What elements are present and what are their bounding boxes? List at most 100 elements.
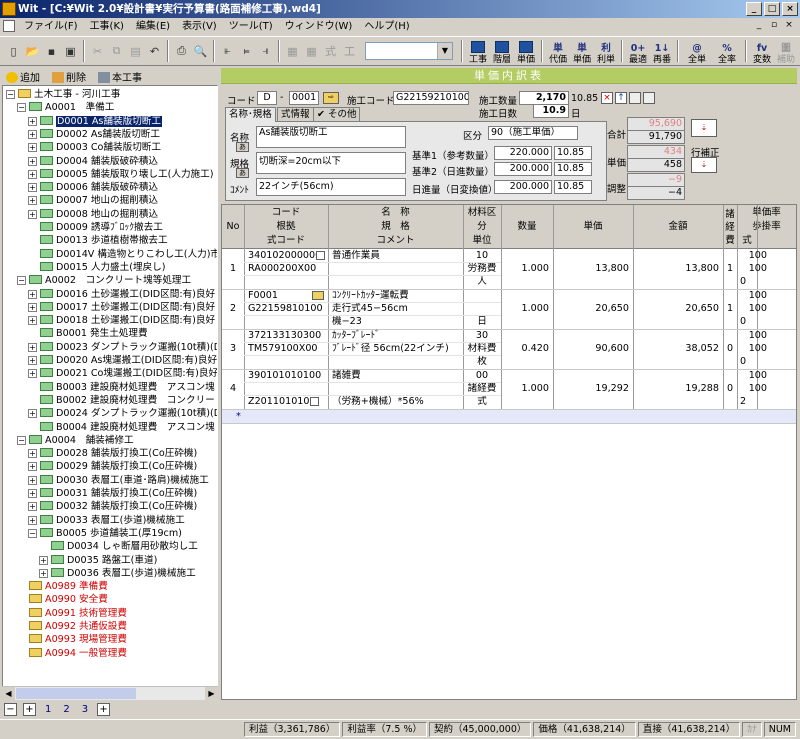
collapse-icon[interactable]: − <box>17 103 26 113</box>
tree-node[interactable]: D0014V 構造物とりこわし工(人力)市場単 <box>28 248 217 261</box>
row-unit[interactable]: 式 <box>463 395 501 408</box>
row-sho[interactable]: 1 <box>723 262 737 275</box>
row-bun[interactable]: 労務費 <box>463 262 501 275</box>
tree-node[interactable]: B0001 発生土処理費 <box>28 327 148 340</box>
tree-node[interactable]: + D0007 地山の掘削積込 <box>28 194 158 207</box>
tree-node[interactable]: D0009 誘導ﾌﾞﾛｯｸ撤去工 <box>28 221 163 234</box>
row-zairyo[interactable]: 10 <box>463 249 501 262</box>
menu-help[interactable]: ヘルプ(H) <box>358 18 415 35</box>
tree-node[interactable]: D0034 しゃ断層用砂散均し工 <box>39 540 198 553</box>
row-unit-price[interactable]: 19,292 <box>553 382 629 395</box>
menu-file[interactable]: ファイル(F) <box>18 18 84 35</box>
row-amount[interactable]: 19,288 <box>633 382 719 395</box>
row-amount[interactable]: 38,052 <box>633 342 719 355</box>
row-shiki[interactable]: 0 <box>740 275 756 288</box>
row-name[interactable]: ｶｯﾀｰﾌﾞﾚｰﾄﾞ <box>332 329 462 342</box>
main-project-button[interactable]: 本工事 <box>98 69 142 84</box>
expand-icon[interactable]: + <box>39 555 48 565</box>
note-icon[interactable] <box>643 92 655 104</box>
tree-node[interactable]: + D0006 舗装版破砕積込 <box>28 181 158 194</box>
scroll-thumb[interactable] <box>16 688 136 699</box>
nisshin-field[interactable]: 200.000 <box>494 180 552 194</box>
row-name[interactable]: 諸雑費 <box>332 369 462 382</box>
menu-project[interactable]: 工事(K) <box>84 18 130 35</box>
row-spec-extra[interactable]: 機−23 <box>332 315 462 328</box>
expand-icon[interactable]: + <box>28 515 37 525</box>
tree-node[interactable]: − A0004 舗装補修工 <box>17 434 134 447</box>
expand-icon[interactable]: + <box>28 475 37 485</box>
add-button[interactable]: 追加 <box>6 69 40 84</box>
code-lookup-icon[interactable]: ⇨ <box>323 92 339 104</box>
expand-icon[interactable]: + <box>28 316 37 326</box>
expand-icon[interactable]: + <box>28 196 37 206</box>
calc4-icon[interactable]: 工 <box>341 43 358 60</box>
row-shiki[interactable]: 2 <box>740 395 756 408</box>
tree-node[interactable]: + D0030 表層工(車道･路肩)機械施工 <box>28 474 209 487</box>
row-tanka-rate[interactable]: 100 <box>737 249 767 262</box>
row-amount[interactable]: 20,650 <box>633 302 719 315</box>
spec-edit-icon[interactable]: あ <box>236 168 249 178</box>
folder-link-icon[interactable] <box>312 291 324 300</box>
row-adjust-icon[interactable]: ⇣ <box>691 157 717 173</box>
view-select[interactable]: ▼ <box>365 42 453 60</box>
cut-icon[interactable]: ✂ <box>89 43 106 60</box>
row-konkyo[interactable]: RA000200X00 <box>248 262 328 275</box>
expand-icon[interactable]: + <box>28 129 37 139</box>
expand-icon[interactable]: + <box>39 568 48 578</box>
scroll-left-icon[interactable]: ◀ <box>2 687 15 700</box>
row-qty[interactable]: 0.420 <box>501 342 549 355</box>
row-no[interactable]: 1 <box>222 262 244 275</box>
row-sho[interactable]: 0 <box>723 342 737 355</box>
tree-node[interactable]: + D0017 土砂運搬工(DID区間:有)良好 <box>28 301 215 314</box>
tree-node[interactable]: + D0031 舗装版打換工(Co圧砕機) <box>28 487 197 500</box>
name-field[interactable]: As舗装版切断工 <box>256 126 406 148</box>
row-qty[interactable]: 1.000 <box>501 302 549 315</box>
project-tree[interactable]: − 土木工事 - 河川工事 − A0001 準備工 + D0001 As舗装版切断工 + D0… <box>2 85 218 700</box>
mdi-close-button[interactable]: × <box>782 20 796 32</box>
expand-icon[interactable]: + <box>28 409 37 419</box>
collapse-icon[interactable]: − <box>28 528 37 538</box>
row-buritsu[interactable]: 100 <box>737 262 767 275</box>
row-spec[interactable]: 走行式45−56cm <box>332 302 462 315</box>
up-arrow-icon[interactable]: ↑ <box>615 92 627 104</box>
row-buritsu[interactable]: 100 <box>737 342 767 355</box>
expand-icon[interactable]: + <box>28 169 37 179</box>
tree-node[interactable]: + D0028 舗装版打換工(Co圧砕機) <box>28 447 197 460</box>
row-unit-price[interactable]: 20,650 <box>553 302 629 315</box>
expand-icon[interactable]: + <box>28 289 37 299</box>
scroll-right-icon[interactable]: ▶ <box>205 687 218 700</box>
tree-node[interactable]: D0015 人力盛土(埋戻し) <box>28 261 166 274</box>
collapse-all-button[interactable]: − <box>4 702 17 716</box>
row-zairyo[interactable]: 30 <box>463 329 501 342</box>
row-sho[interactable]: 1 <box>723 302 737 315</box>
kijun1-field[interactable]: 220.000 <box>494 146 552 160</box>
record-icon[interactable] <box>316 251 325 260</box>
tree-node[interactable]: + D0001 As舗装版切断工 <box>28 115 162 128</box>
tree-node[interactable]: A0991 技術管理費 <box>17 607 127 620</box>
row-shiki[interactable]: 0 <box>740 355 756 368</box>
tree-node[interactable]: − A0002 コンクリート塊等処理工 <box>17 274 191 287</box>
expand-icon[interactable]: + <box>28 342 37 352</box>
tree-node[interactable]: + D0033 表層工(歩道)機械施工 <box>28 514 185 527</box>
comment-field[interactable]: 22インチ(56cm) <box>256 178 406 196</box>
insert-row-icon[interactable]: ⫦ <box>219 43 236 60</box>
row-zairyo[interactable]: 00 <box>463 369 501 382</box>
expand-icon[interactable]: + <box>28 356 37 365</box>
mdi-minimize-button[interactable]: _ <box>752 20 766 32</box>
row-unit-price[interactable]: 13,800 <box>553 262 629 275</box>
row-no[interactable]: 4 <box>222 382 244 395</box>
expand-icon[interactable]: + <box>28 116 37 126</box>
tree-node[interactable]: A0994 一般管理費 <box>17 647 127 660</box>
sekou-code-field[interactable]: G22159210100 <box>393 91 469 105</box>
expand-icon[interactable]: + <box>28 156 37 166</box>
kijun2-field[interactable]: 200.000 <box>494 162 552 176</box>
tab-other[interactable]: ✔ その他 <box>313 107 361 121</box>
preview-icon[interactable]: 🔍 <box>192 43 209 60</box>
tree-node[interactable]: + D0029 舗装版打換工(Co圧砕機) <box>28 460 197 473</box>
tree-node[interactable]: A0992 共通仮設費 <box>17 620 127 633</box>
expand-icon[interactable]: + <box>28 369 37 379</box>
menu-window[interactable]: ウィンドウ(W) <box>279 18 359 35</box>
row-qty[interactable]: 1.000 <box>501 262 549 275</box>
expand-icon[interactable]: + <box>28 449 37 459</box>
tree-node[interactable]: + D0023 ダンプトラック運搬(10t積)(DID区間 <box>28 341 217 354</box>
